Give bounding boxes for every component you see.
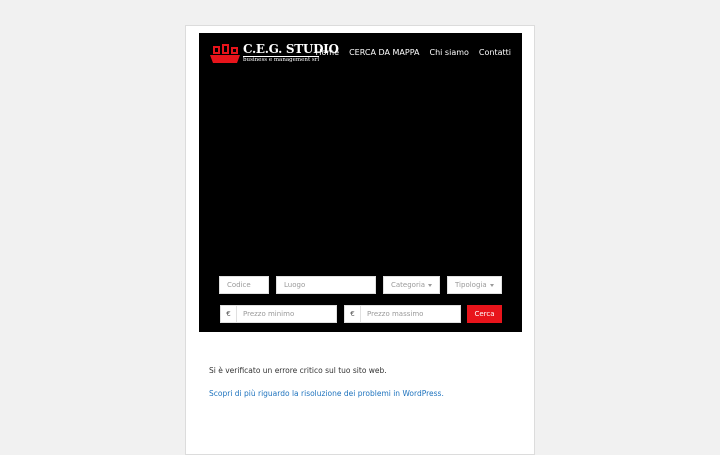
euro-icon: € (345, 306, 361, 322)
luogo-placeholder: Luogo (284, 281, 306, 289)
chevron-down-icon (428, 284, 432, 287)
codice-placeholder: Codice (227, 281, 251, 289)
prezzo-minimo-placeholder: Prezzo minimo (243, 310, 295, 318)
logo-subtitle: business e management srl (243, 56, 320, 63)
prezzo-minimo-input[interactable]: € Prezzo minimo (220, 305, 337, 323)
prezzo-massimo-input[interactable]: € Prezzo massimo (344, 305, 461, 323)
main-nav: Home CERCA DA MAPPA Chi siamo Contatti (315, 48, 511, 57)
error-message: Si è verificato un errore critico sul tu… (209, 366, 387, 375)
tipologia-label: Tipologia (455, 281, 487, 289)
tipologia-select[interactable]: Tipologia (447, 276, 502, 294)
prezzo-massimo-placeholder: Prezzo massimo (367, 310, 424, 318)
categoria-select[interactable]: Categoria (383, 276, 440, 294)
cerca-button[interactable]: Cerca (467, 305, 502, 323)
nav-item-chi-siamo[interactable]: Chi siamo (430, 48, 469, 57)
hero-section: C.E.G. STUDIO business e management srl … (199, 33, 522, 332)
troubleshooting-link[interactable]: Scopri di più riguardo la risoluzione de… (209, 389, 444, 398)
nav-item-cerca-da-mappa[interactable]: CERCA DA MAPPA (349, 48, 419, 57)
euro-icon: € (221, 306, 237, 322)
codice-input[interactable]: Codice (219, 276, 269, 294)
nav-item-contatti[interactable]: Contatti (479, 48, 511, 57)
categoria-label: Categoria (391, 281, 426, 289)
luogo-input[interactable]: Luogo (276, 276, 376, 294)
nav-item-home[interactable]: Home (315, 48, 339, 57)
chevron-down-icon (490, 284, 494, 287)
site-logo[interactable]: C.E.G. STUDIO business e management srl (209, 41, 339, 65)
ceg-logo-icon (210, 44, 240, 63)
page-container: C.E.G. STUDIO business e management srl … (185, 25, 535, 455)
